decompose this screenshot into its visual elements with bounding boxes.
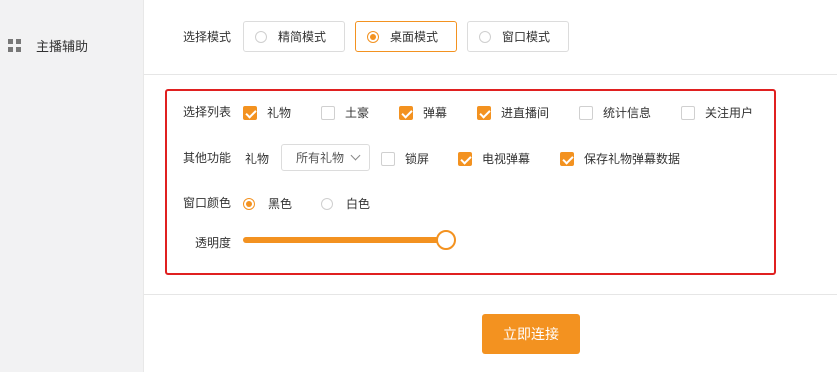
radio-black[interactable]: 黑色	[243, 195, 292, 212]
gift-select-value: 所有礼物	[296, 151, 344, 165]
opacity-label: 透明度	[195, 236, 232, 250]
chevron-down-icon	[350, 150, 361, 161]
gift-filter-select[interactable]: 所有礼物	[281, 144, 370, 171]
radio-icon	[479, 30, 491, 43]
checkbox-label: 统计信息	[603, 106, 652, 120]
checkbox-icon	[579, 105, 593, 120]
mode-option-label: 桌面模式	[390, 30, 439, 44]
checkbox-danmaku[interactable]: 弹幕	[399, 104, 447, 121]
checkbox-label: 礼物	[267, 106, 292, 120]
opacity-slider[interactable]	[243, 230, 456, 250]
radio-icon	[321, 197, 333, 210]
window-color-label: 窗口颜色	[183, 196, 232, 210]
radio-icon	[255, 30, 267, 43]
opacity-slider-fill	[243, 237, 446, 243]
checkbox-save-data[interactable]: 保存礼物弹幕数据	[560, 150, 680, 167]
mode-option-label: 窗口模式	[502, 30, 551, 44]
opacity-slider-handle[interactable]	[436, 230, 456, 250]
radio-label: 黑色	[268, 197, 293, 211]
radio-selected-icon	[243, 197, 255, 210]
checkbox-checked-icon	[458, 151, 472, 166]
connect-now-button[interactable]: 立即连接	[482, 314, 580, 354]
checkbox-icon	[321, 105, 335, 120]
checkbox-checked-icon	[477, 105, 491, 120]
list-label: 选择列表	[183, 105, 232, 119]
mode-option-desktop[interactable]: 桌面模式	[355, 21, 457, 52]
checkbox-tv-danmaku[interactable]: 电视弹幕	[458, 150, 530, 167]
checkbox-stats[interactable]: 统计信息	[579, 104, 651, 121]
checkbox-checked-icon	[399, 105, 413, 120]
other-label: 其他功能	[183, 151, 232, 165]
checkbox-label: 进直播间	[501, 106, 550, 120]
radio-white[interactable]: 白色	[321, 195, 370, 212]
checkbox-icon	[381, 151, 395, 166]
grid-icon	[8, 39, 21, 52]
checkbox-label: 电视弹幕	[482, 152, 531, 166]
divider	[144, 74, 837, 75]
checkbox-label: 保存礼物弹幕数据	[584, 152, 681, 166]
checkbox-label: 锁屏	[405, 152, 430, 166]
radio-selected-icon	[367, 30, 379, 43]
checkbox-lock-screen[interactable]: 锁屏	[381, 150, 429, 167]
mode-option-simple[interactable]: 精简模式	[243, 21, 345, 52]
divider	[144, 294, 837, 295]
checkbox-icon	[681, 105, 695, 120]
sidebar: 主播辅助	[0, 0, 144, 372]
radio-label: 白色	[346, 197, 371, 211]
checkbox-checked-icon	[243, 105, 257, 120]
mode-option-window[interactable]: 窗口模式	[467, 21, 569, 52]
checkbox-label: 关注用户	[705, 106, 754, 120]
checkbox-enter-room[interactable]: 进直播间	[477, 104, 549, 121]
checkbox-checked-icon	[560, 151, 574, 166]
checkbox-label: 弹幕	[423, 106, 448, 120]
checkbox-label: 土豪	[345, 106, 370, 120]
mode-option-label: 精简模式	[278, 30, 327, 44]
sidebar-item-label: 主播辅助	[36, 40, 89, 55]
mode-label: 选择模式	[183, 30, 232, 44]
checkbox-followers[interactable]: 关注用户	[681, 104, 753, 121]
checkbox-gift[interactable]: 礼物	[243, 104, 291, 121]
gift-select-label: 礼物	[245, 152, 270, 166]
sidebar-item-streamer-assist[interactable]: 主播辅助	[8, 36, 88, 55]
checkbox-tuhao[interactable]: 土豪	[321, 104, 369, 121]
